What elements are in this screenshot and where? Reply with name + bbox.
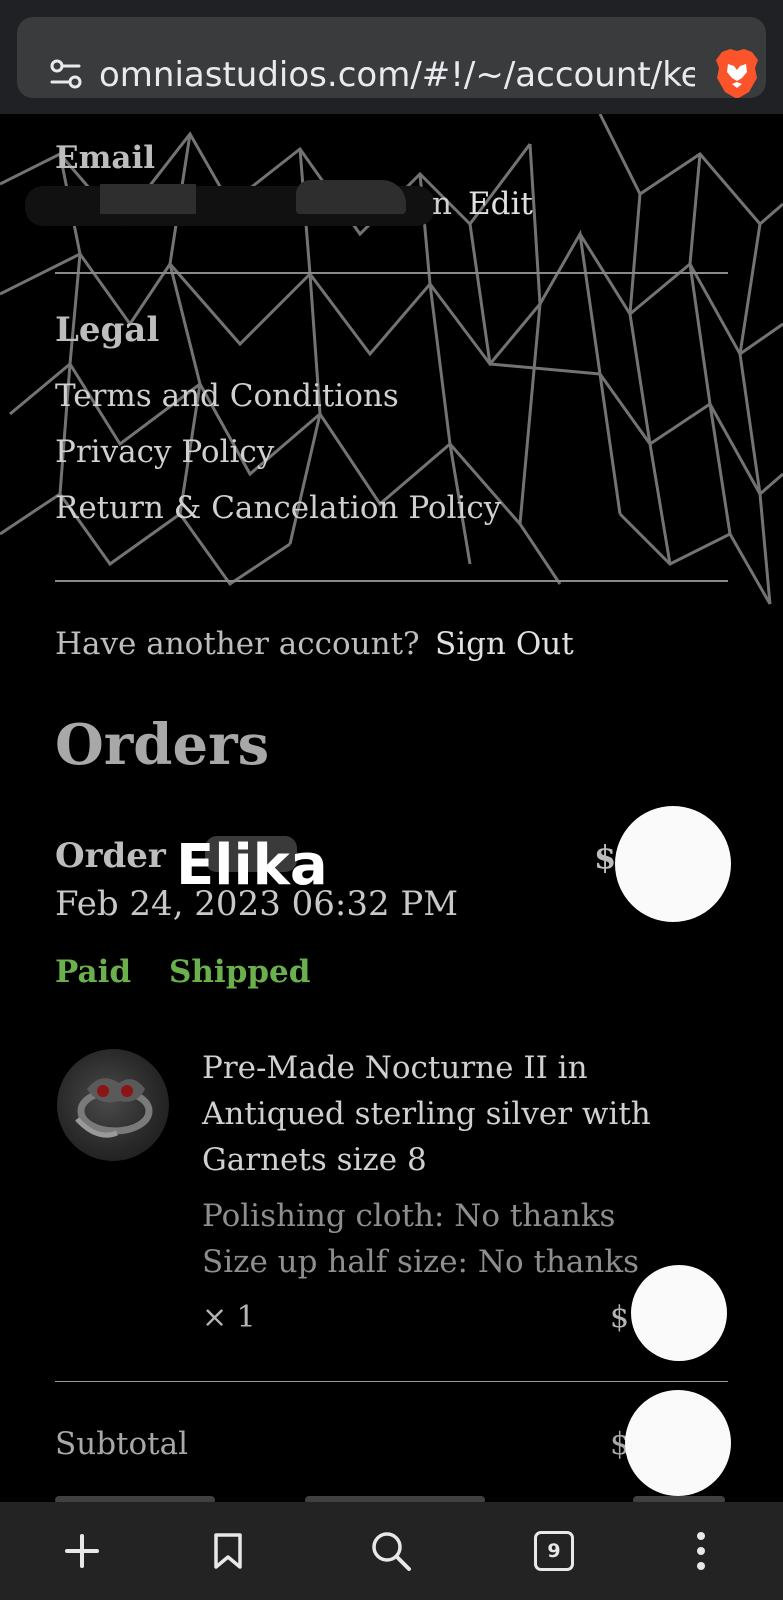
return-policy-link[interactable]: Return & Cancelation Policy: [55, 490, 501, 526]
divider: [55, 580, 728, 582]
order-label[interactable]: Order: [55, 836, 166, 876]
email-label: Email: [55, 140, 156, 176]
more-vertical-icon: [697, 1532, 705, 1570]
account-page: Email n Edit Legal Terms and Conditions …: [0, 114, 783, 1502]
order-total: $: [594, 838, 617, 876]
email-redaction: [296, 180, 406, 214]
status-shipped: Shipped: [169, 954, 311, 990]
terms-link[interactable]: Terms and Conditions: [55, 378, 399, 414]
orders-heading: Orders: [55, 712, 270, 778]
tabs-button[interactable]: 9: [529, 1526, 579, 1576]
status-paid: Paid: [55, 954, 132, 990]
item-option: Size up half size: No thanks: [202, 1244, 640, 1280]
site-settings-icon[interactable]: [49, 57, 83, 91]
tab-count: 9: [547, 1540, 561, 1562]
item-quantity: × 1: [202, 1300, 256, 1335]
search-button[interactable]: [366, 1526, 416, 1576]
product-thumbnail[interactable]: [57, 1049, 169, 1161]
search-icon: [372, 1532, 411, 1571]
browser-bottom-toolbar: 9: [0, 1502, 783, 1600]
edit-email-link[interactable]: Edit: [468, 186, 533, 222]
bookmark-button[interactable]: [203, 1526, 253, 1576]
bookmark-icon: [214, 1533, 242, 1569]
item-name-line[interactable]: Garnets size 8: [202, 1142, 427, 1178]
redaction-blob: [615, 806, 731, 922]
another-account-text: Have another account?: [55, 626, 420, 662]
email-value-tail: n: [432, 186, 452, 222]
order-date: Feb 24, 2023 06:32 PM: [55, 884, 459, 924]
item-option: Polishing cloth: No thanks: [202, 1198, 616, 1234]
address-bar[interactable]: omniastudios.com/#!/~/account/ke: [17, 17, 766, 98]
redaction-blob: [631, 1265, 727, 1361]
email-redaction: [100, 184, 196, 214]
menu-button[interactable]: [676, 1526, 726, 1576]
url-text[interactable]: omniastudios.com/#!/~/account/ke: [99, 53, 695, 97]
divider: [55, 272, 728, 274]
tab-count-icon: 9: [534, 1531, 574, 1571]
brave-lion-icon[interactable]: [714, 48, 760, 98]
browser-toolbar: omniastudios.com/#!/~/account/ke: [0, 0, 783, 114]
new-tab-button[interactable]: [57, 1526, 107, 1576]
ring-image: [75, 1078, 153, 1138]
legal-label: Legal: [55, 310, 160, 350]
item-price: $: [610, 1300, 630, 1335]
divider: [55, 1381, 728, 1382]
plus-icon: [65, 1534, 99, 1568]
subtotal-label: Subtotal: [55, 1426, 189, 1462]
redaction-blob: [625, 1390, 731, 1496]
privacy-link[interactable]: Privacy Policy: [55, 434, 274, 470]
item-name-line[interactable]: Pre-Made Nocturne II in: [202, 1050, 588, 1086]
item-name-line[interactable]: Antiqued sterling silver with: [202, 1096, 651, 1132]
sign-out-link[interactable]: Sign Out: [435, 626, 574, 662]
